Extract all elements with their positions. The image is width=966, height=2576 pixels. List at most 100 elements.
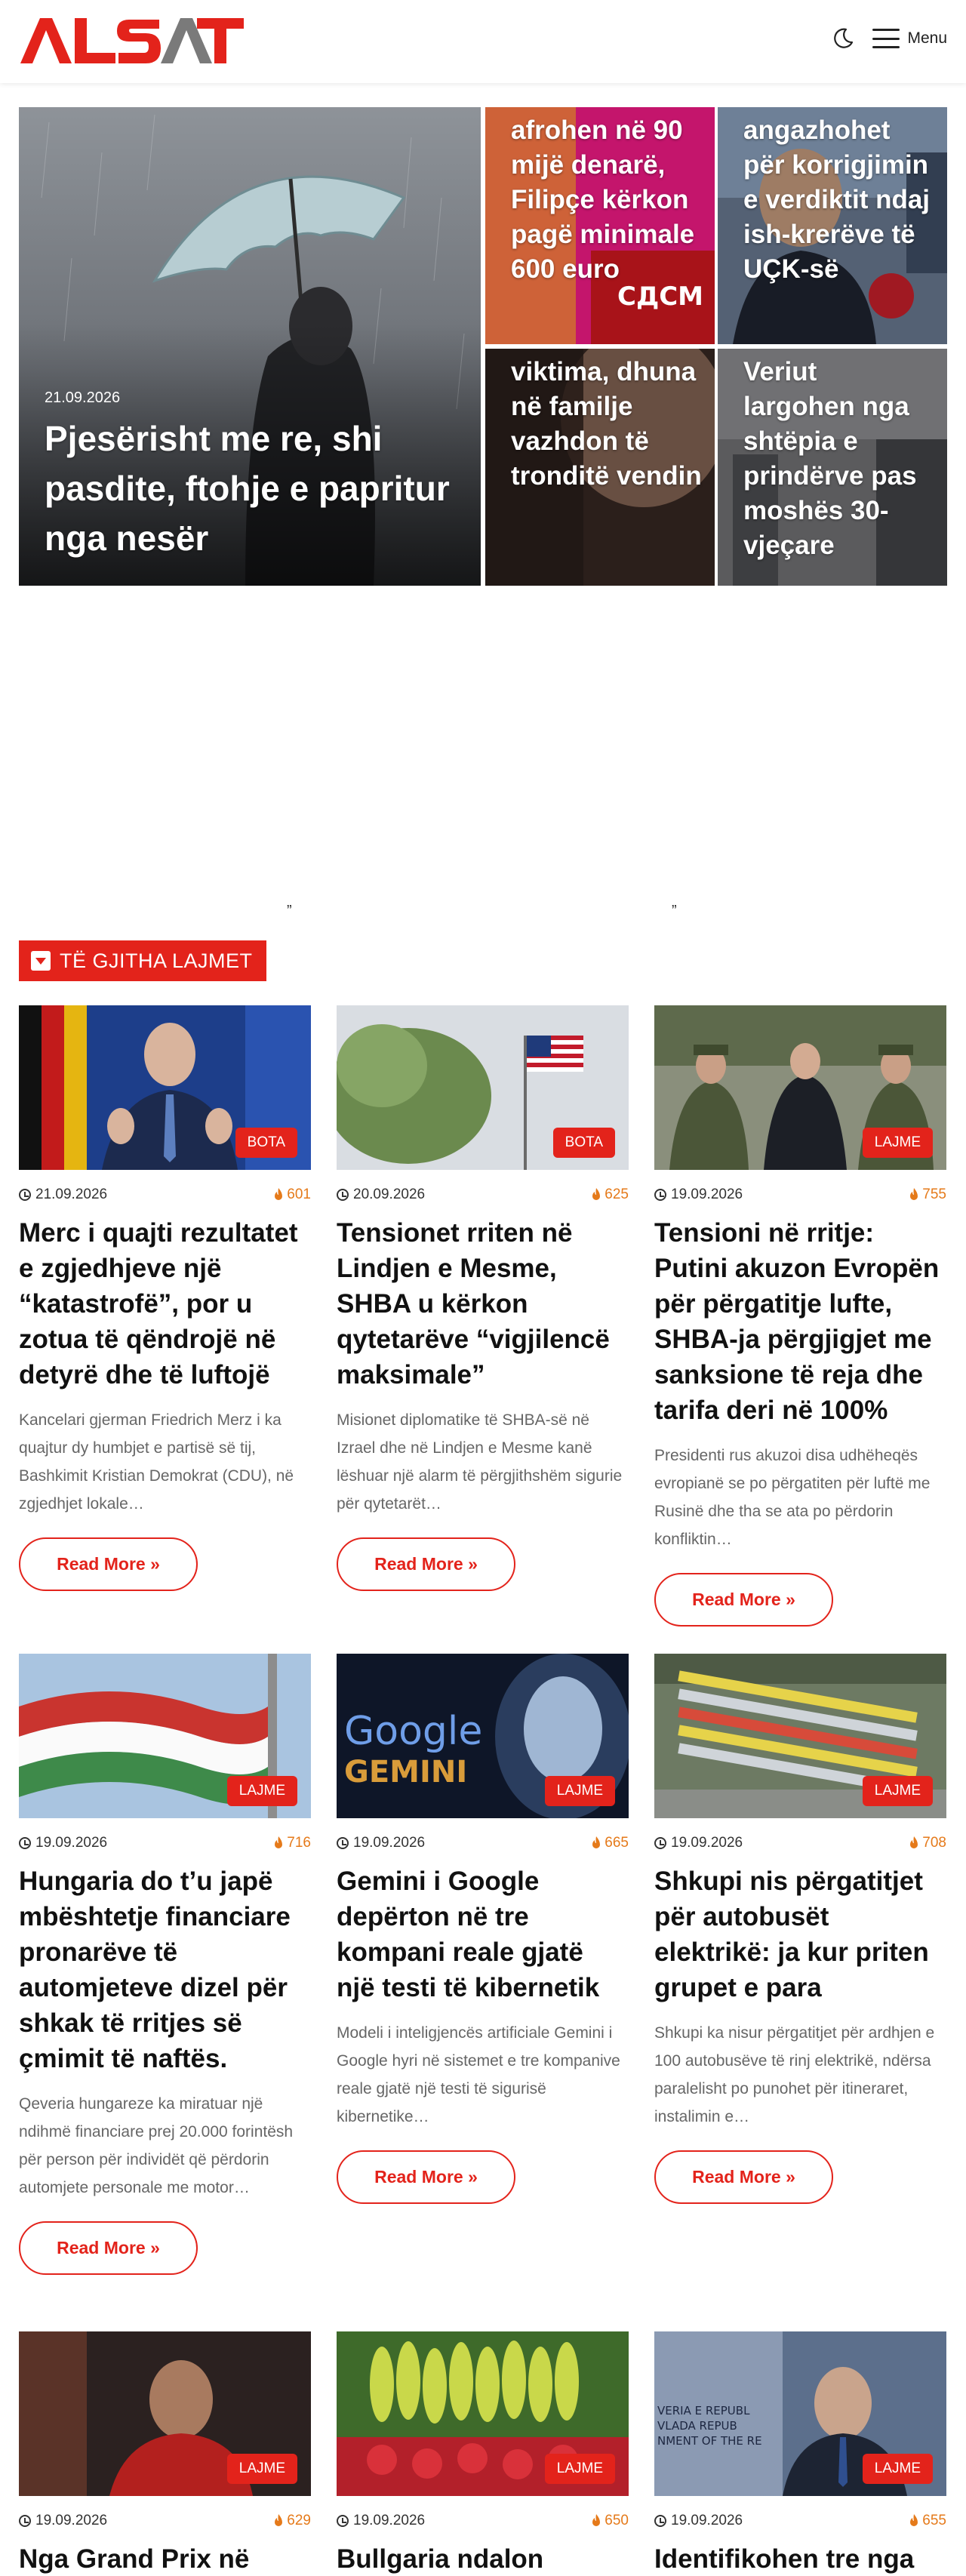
card-views: 755 bbox=[922, 1186, 946, 1202]
flame-icon bbox=[275, 1188, 283, 1200]
gemini-image-text: Google bbox=[344, 1709, 482, 1754]
category-badge[interactable]: LAJME bbox=[544, 1776, 615, 1806]
card-views: 625 bbox=[605, 1186, 629, 1202]
read-more-button[interactable]: Read More » bbox=[654, 2150, 833, 2204]
card-thumbnail[interactable]: BOTA bbox=[19, 1005, 311, 1170]
read-more-button[interactable]: Read More » bbox=[337, 1537, 515, 1591]
image-sign-text: VLADA REPUB bbox=[657, 2419, 737, 2433]
card-title[interactable]: Identifikohen tre nga bbox=[654, 2541, 946, 2576]
read-more-button[interactable]: Read More » bbox=[654, 1573, 833, 1627]
card-excerpt: Modeli i inteligjencës artificiale Gemin… bbox=[337, 2024, 620, 2125]
card-excerpt: Presidenti rus akuzoi disa udhëheqës evr… bbox=[654, 1447, 931, 1548]
card-thumbnail[interactable]: LAJME bbox=[19, 1654, 311, 1818]
card-views: 708 bbox=[922, 1835, 946, 1851]
hero-main-article[interactable]: 21.09.2026 Pjesërisht me re, shi pasdite… bbox=[19, 107, 481, 586]
clock-icon bbox=[654, 1189, 666, 1201]
card-meta: 19.09.2026 655 bbox=[654, 2513, 946, 2529]
card-meta: 19.09.2026 665 bbox=[337, 1835, 629, 1851]
hero-grid: 21.09.2026 Pjesërisht me re, shi pasdite… bbox=[19, 107, 947, 586]
moon-icon[interactable] bbox=[832, 27, 854, 50]
hero-tile-3-title[interactable]: viktima, dhuna në familje vazhdon të tro… bbox=[511, 355, 703, 494]
card-views: 665 bbox=[605, 1835, 629, 1851]
card-date: 21.09.2026 bbox=[35, 1186, 108, 1202]
hero-tile-1[interactable]: СДСМ afrohen në 90 mijë denarë, Filipçe … bbox=[485, 107, 715, 344]
card-meta: 20.09.2026 625 bbox=[337, 1186, 629, 1203]
flame-icon bbox=[592, 1188, 601, 1200]
category-badge[interactable]: BOTA bbox=[552, 1128, 615, 1158]
card-title[interactable]: Tensionet rriten në Lindjen e Mesme, SHB… bbox=[337, 1215, 629, 1393]
card-meta: 19.09.2026 755 bbox=[654, 1186, 946, 1203]
card-title[interactable]: Gemini i Google depërton në tre kompani … bbox=[337, 1864, 629, 2005]
image-sign-text: VERIA E REPUBL bbox=[657, 2404, 750, 2418]
card-excerpt: Qeveria hungareze ka miratuar një ndihmë… bbox=[19, 2095, 294, 2196]
card-thumbnail[interactable]: LAJME bbox=[654, 1654, 946, 1818]
stray-quote-mark: ” bbox=[672, 903, 677, 919]
card-thumbnail[interactable]: LAJME bbox=[337, 2331, 629, 2496]
card-thumbnail[interactable]: VERIA E REPUBL VLADA REPUB NMENT OF THE … bbox=[654, 2331, 946, 2496]
chevron-down-box-icon bbox=[31, 951, 51, 971]
gemini-image-text: GEMINI bbox=[344, 1755, 467, 1790]
category-badge[interactable]: LAJME bbox=[226, 1776, 297, 1806]
hero-tile-4[interactable]: Veriut largohen nga shtëpia e prindërve … bbox=[718, 349, 947, 586]
menu-button[interactable]: Menu bbox=[872, 29, 947, 48]
card-date: 19.09.2026 bbox=[353, 2513, 426, 2528]
read-more-button[interactable]: Read More » bbox=[19, 1537, 198, 1591]
card-excerpt: Shkupi ka nisur përgatitjet për ardhjen … bbox=[654, 2024, 935, 2125]
category-badge[interactable]: LAJME bbox=[862, 2454, 933, 2484]
site-logo[interactable] bbox=[19, 17, 245, 65]
flame-icon bbox=[910, 2514, 918, 2526]
card-title[interactable]: Nga Grand Prix në bbox=[19, 2541, 311, 2576]
image-sign-text: NMENT OF THE RE bbox=[657, 2434, 762, 2448]
category-badge[interactable]: BOTA bbox=[235, 1128, 297, 1158]
category-badge[interactable]: LAJME bbox=[544, 2454, 615, 2484]
card-date: 19.09.2026 bbox=[671, 1186, 743, 1202]
card-date: 19.09.2026 bbox=[353, 1835, 426, 1851]
all-news-section-header[interactable]: TË GJITHA LAJMET bbox=[19, 940, 266, 981]
news-card: LAJME 19.09.2026 755 Tensioni në rritje:… bbox=[654, 1005, 946, 1627]
card-date: 19.09.2026 bbox=[671, 1835, 743, 1851]
hero-tile-2-title[interactable]: angazhohet për korrigjimin e verdiktit n… bbox=[743, 113, 935, 287]
category-badge[interactable]: LAJME bbox=[226, 2454, 297, 2484]
card-title[interactable]: Bullgaria ndalon bbox=[337, 2541, 629, 2576]
flame-icon bbox=[275, 2514, 283, 2526]
flame-icon bbox=[592, 1836, 601, 1848]
card-title[interactable]: Hungaria do t’u japë mbështetje financia… bbox=[19, 1864, 311, 2076]
card-thumbnail[interactable]: LAJME bbox=[19, 2331, 311, 2496]
clock-icon bbox=[337, 1837, 349, 1849]
category-badge[interactable]: LAJME bbox=[862, 1776, 933, 1806]
clock-icon bbox=[19, 1837, 31, 1849]
hero-tile-3[interactable]: viktima, dhuna në familje vazhdon të tro… bbox=[485, 349, 715, 586]
read-more-button[interactable]: Read More » bbox=[337, 2150, 515, 2204]
card-title[interactable]: Tensioni në rritje: Putini akuzon Evropë… bbox=[654, 1215, 946, 1428]
clock-icon bbox=[19, 1189, 31, 1201]
hero-tile-4-title[interactable]: Veriut largohen nga shtëpia e prindërve … bbox=[743, 355, 935, 563]
hero-tile-1-title[interactable]: afrohen në 90 mijë denarë, Filipçe kërko… bbox=[511, 113, 703, 287]
hamburger-icon bbox=[872, 29, 900, 48]
card-thumbnail[interactable]: LAJME bbox=[654, 1005, 946, 1170]
hero-title[interactable]: Pjesërisht me re, shi pasdite, ftohje e … bbox=[45, 414, 452, 563]
card-thumbnail[interactable]: Google GEMINI LAJME bbox=[337, 1654, 629, 1818]
card-excerpt: Kancelari gjerman Friedrich Merz i ka qu… bbox=[19, 1411, 294, 1513]
card-views: 716 bbox=[287, 1835, 311, 1851]
card-meta: 19.09.2026 716 bbox=[19, 1835, 311, 1851]
clock-icon bbox=[337, 1189, 349, 1201]
card-views: 629 bbox=[287, 2513, 311, 2528]
flame-icon bbox=[592, 2514, 601, 2526]
read-more-button[interactable]: Read More » bbox=[19, 2221, 198, 2275]
card-title[interactable]: Merc i quajti rezultatet e zgjedhjeve nj… bbox=[19, 1215, 311, 1393]
card-thumbnail[interactable]: BOTA bbox=[337, 1005, 629, 1170]
news-card: LAJME 19.09.2026 708 Shkupi nis përgatit… bbox=[654, 1654, 946, 2204]
clock-icon bbox=[19, 2515, 31, 2527]
news-card: LAJME 19.09.2026 629 Nga Grand Prix në bbox=[19, 2331, 311, 2576]
news-card: BOTA 20.09.2026 625 Tensionet rriten në … bbox=[337, 1005, 629, 1591]
card-views: 650 bbox=[605, 2513, 629, 2528]
card-title[interactable]: Shkupi nis përgatitjet për autobusët ele… bbox=[654, 1864, 946, 2005]
news-card: VERIA E REPUBL VLADA REPUB NMENT OF THE … bbox=[654, 2331, 946, 2576]
category-badge[interactable]: LAJME bbox=[862, 1128, 933, 1158]
hero-tile-2[interactable]: angazhohet për korrigjimin e verdiktit n… bbox=[718, 107, 947, 344]
card-date: 19.09.2026 bbox=[35, 1835, 108, 1851]
hero-date: 21.09.2026 bbox=[45, 389, 121, 406]
menu-label: Menu bbox=[907, 29, 947, 47]
flame-icon bbox=[275, 1836, 283, 1848]
card-excerpt: Misionet diplomatike të SHBA-së në Izrae… bbox=[337, 1411, 623, 1513]
